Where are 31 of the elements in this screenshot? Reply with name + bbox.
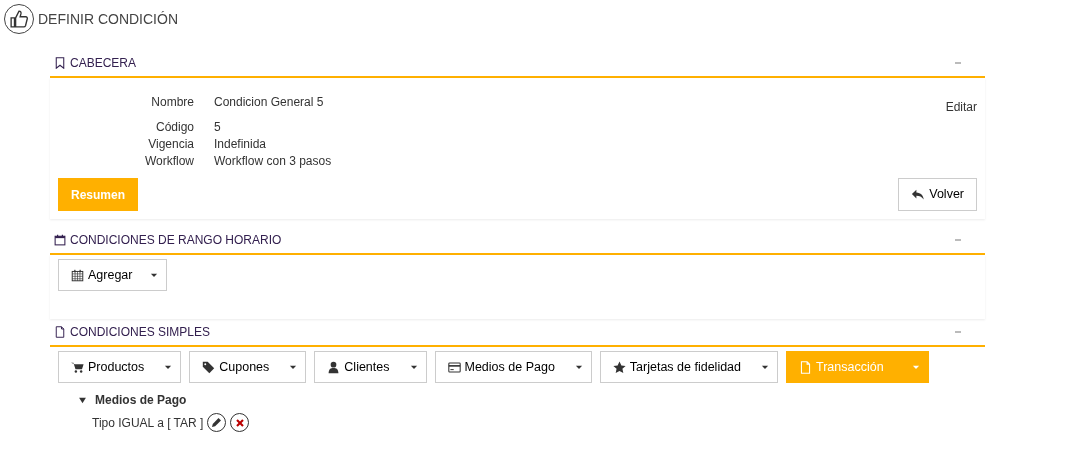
- calendar-icon: [54, 234, 66, 246]
- page-title: DEFINIR CONDICIÓN: [38, 9, 178, 29]
- field-label: Vigencia: [147, 136, 195, 153]
- edit-button[interactable]: [207, 413, 227, 432]
- field-value: Workflow con 3 pasos: [214, 153, 332, 170]
- calendar-icon: [71, 268, 84, 282]
- back-button[interactable]: Volver: [898, 178, 977, 211]
- document-icon: [799, 360, 813, 374]
- tree-label: Medios de Pago: [95, 392, 187, 409]
- field-label: Nombre: [150, 94, 195, 111]
- toggle-icon[interactable]: [78, 395, 87, 405]
- field-label: Workflow: [143, 153, 195, 170]
- panel-title: CONDICIONES SIMPLES: [70, 324, 211, 341]
- field-label: Código: [154, 119, 195, 136]
- tag-icon: [202, 360, 216, 374]
- panel-title: CABECERA: [70, 55, 137, 72]
- condition-text: Tipo IGUAL a [ TAR ]: [92, 414, 204, 432]
- edit-link[interactable]: Editar: [945, 98, 977, 116]
- field-value: Indefinida: [214, 136, 267, 153]
- cart-icon: [71, 360, 84, 374]
- bookmark-icon: [54, 57, 66, 69]
- field-value: Condicion General 5: [214, 94, 324, 111]
- panel-title: CONDICIONES DE RANGO HORARIO: [70, 232, 282, 249]
- field-value: 5: [214, 119, 221, 136]
- star-icon: [612, 360, 626, 374]
- document-icon: [54, 326, 66, 338]
- user-icon: [327, 360, 341, 374]
- pencil-icon: [211, 417, 223, 428]
- reply-icon: [911, 188, 926, 201]
- delete-button[interactable]: [230, 413, 250, 432]
- credit-card-icon: [447, 360, 461, 374]
